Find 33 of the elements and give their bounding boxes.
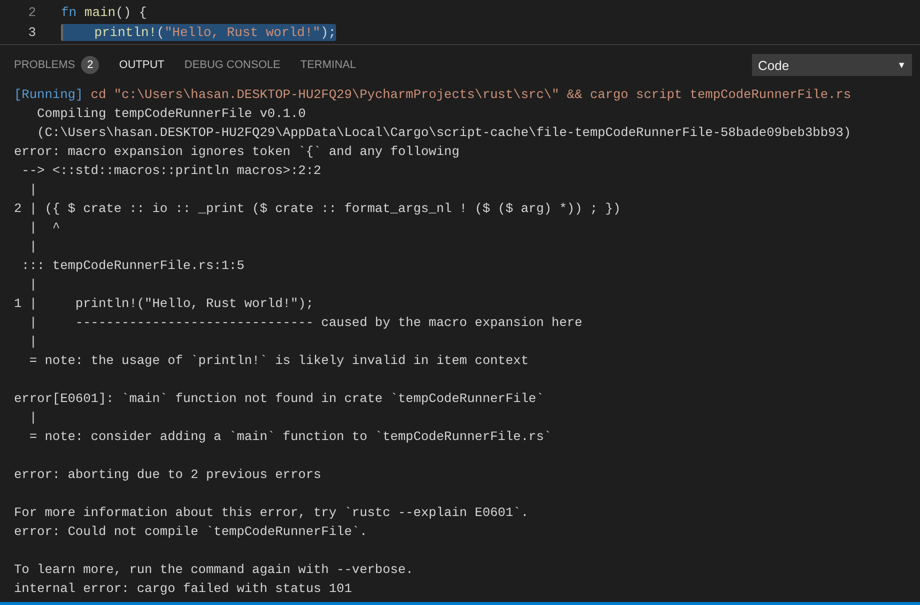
output-line: = note: consider adding a `main` function to `tempCodeRunnerFile.rs` [28,428,553,446]
output-line: Compiling tempCodeRunnerFile v0.1.0 [36,105,307,123]
output-channel-dropdown[interactable]: Code ▼ [752,54,912,76]
output-line: error: macro expansion ignores token `{` and any following [14,143,460,161]
output-line: 1 | println!("Hello, Rust world!"); [14,295,314,313]
code-editor[interactable]: 2 fn main() { 3 println!("Hello, Rust world!"); [0,0,920,45]
output-line: | ^ [28,219,62,237]
output-line: To learn more, run the command again with --verbose. [14,561,414,579]
output-line: error: aborting due to 2 previous errors [14,466,322,484]
output-line: 2 | ({ $ crate :: io :: _print ($ crate :: format_args_nl ! ($ ($ arg) *)) ; }) [14,200,622,218]
line-number: 3 [27,24,37,40]
panel-tab[interactable]: DEBUG CONSOLE [176,55,288,75]
output-line: | [28,238,38,256]
panel-tab[interactable]: OUTPUT [111,55,172,75]
output-line: error: Could not compile `tempCodeRunnerFile`. [14,523,368,541]
output-line: (C:\Users\hasan.DESKTOP-HU2FQ29\AppData\Local\Cargo\script-cache\file-tempCodeRunnerFile-58bade09beb3bb93) [36,124,852,142]
output-line: | [28,333,38,351]
output-line: | [28,276,38,294]
output-line: | [28,409,38,427]
output-line: ::: tempCodeRunnerFile.rs:1:5 [20,257,246,275]
output-line: error[E0601]: `main` function not found in crate `tempCodeRunnerFile` [14,390,545,408]
code-line: fn main() { [61,4,147,20]
line-number: 2 [27,4,37,20]
panel-tab[interactable]: TERMINAL [292,55,364,75]
output-line: [Running] cd "c:\Users\hasan.DESKTOP-HU2FQ29\PycharmProjects\rust\src\" && cargo script tempCodeRunnerFile.rs [14,86,852,104]
output-line: | ------------------------------- caused by the macro expansion here [28,314,584,332]
output-line: | [28,181,38,199]
output-line: internal error: cargo failed with status 101 [14,580,353,598]
output-line: = note: the usage of `println!` is likely invalid in item context [28,352,530,370]
output-line: --> <::std::macros::println macros>:2:2 [20,162,322,180]
output-line: For more information about this error, try `rustc --explain E0601`. [14,504,530,522]
panel-tab[interactable]: PROBLEMS 2 [6,52,108,78]
count-badge: 2 [81,56,100,74]
